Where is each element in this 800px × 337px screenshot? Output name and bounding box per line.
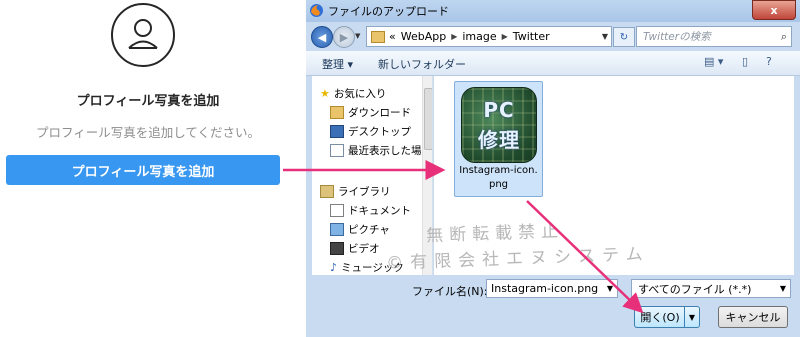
star-icon: ★ bbox=[320, 87, 330, 100]
refresh-button[interactable]: ↻ bbox=[613, 27, 635, 47]
filetype-value: すべてのファイル (*.*) bbox=[638, 282, 752, 296]
desktop-icon bbox=[330, 125, 344, 138]
preview-pane-icon[interactable]: ▯ bbox=[742, 55, 748, 68]
file-thumbnail-image: PC 修理 bbox=[461, 87, 537, 163]
filetype-select[interactable]: すべてのファイル (*.*) ▼ bbox=[631, 279, 791, 298]
file-list: PC 修理 Instagram-icon. png 無断転載禁止 ©有限会社エヌ… bbox=[386, 76, 794, 275]
address-bar[interactable]: « WebApp ▶ image ▶ Twitter ▼ bbox=[366, 26, 612, 47]
dialog-title: ファイルのアップロード bbox=[328, 5, 449, 18]
file-name-line1: Instagram-icon. bbox=[459, 165, 538, 176]
nav-item-label: ドキュメント bbox=[348, 205, 411, 217]
download-folder-icon bbox=[330, 106, 344, 119]
close-button[interactable]: x bbox=[752, 0, 796, 20]
nav-item-downloads[interactable]: ダウンロード bbox=[330, 105, 411, 120]
search-placeholder: Twitterの検索 bbox=[643, 31, 711, 43]
avatar-placeholder-icon bbox=[111, 3, 175, 67]
nav-item-videos[interactable]: ビデオ bbox=[330, 241, 380, 256]
recent-places-icon bbox=[330, 144, 344, 157]
nav-item-documents[interactable]: ドキュメント bbox=[330, 203, 411, 218]
history-dropdown-icon[interactable]: ▼ bbox=[355, 32, 360, 40]
arrow-right-icon: ▶ bbox=[339, 30, 349, 44]
breadcrumb-webapp[interactable]: WebApp bbox=[401, 30, 446, 43]
thumbnail-text-line1: PC bbox=[483, 98, 515, 122]
navigation-pane: ★ お気に入り ダウンロード デスクトップ 最近表示した場所 ライブラリ ドキュメ… bbox=[312, 76, 433, 275]
cancel-button[interactable]: キャンセル bbox=[718, 306, 788, 328]
nav-item-label: ダウンロード bbox=[348, 107, 411, 119]
nav-item-label: 最近表示した場所 bbox=[348, 145, 432, 157]
videos-icon bbox=[330, 242, 344, 255]
file-name-label: Instagram-icon. png bbox=[455, 164, 542, 192]
thumbnail-text-line2: 修理 bbox=[478, 128, 520, 152]
nav-item-label: ピクチャ bbox=[348, 224, 390, 236]
profile-photo-subtitle: プロフィール写真を追加してください。 bbox=[35, 125, 260, 140]
address-prefix[interactable]: « bbox=[389, 30, 396, 43]
profile-photo-panel: プロフィール写真を追加 プロフィール写真を追加してください。 プロフィール写真を… bbox=[0, 0, 296, 337]
dialog-toolbar: 整理 ▾ 新しいフォルダー ▤ ▾ ▯ ? bbox=[306, 51, 800, 76]
nav-item-pictures[interactable]: ピクチャ bbox=[330, 222, 390, 237]
profile-photo-title: プロフィール写真を追加 bbox=[76, 94, 220, 109]
filename-input[interactable]: Instagram-icon.png ▼ bbox=[486, 279, 618, 298]
file-name-line2: png bbox=[488, 179, 509, 190]
nav-item-libraries[interactable]: ライブラリ bbox=[320, 184, 391, 199]
nav-item-desktop[interactable]: デスクトップ bbox=[330, 124, 411, 139]
nav-item-recent[interactable]: 最近表示した場所 bbox=[330, 143, 432, 158]
breadcrumb-twitter[interactable]: Twitter bbox=[513, 30, 550, 43]
folder-icon bbox=[371, 30, 385, 43]
search-icon[interactable]: ⌕ bbox=[781, 30, 787, 44]
refresh-icon: ↻ bbox=[619, 31, 629, 43]
view-options-icon[interactable]: ▤ ▾ bbox=[704, 55, 723, 68]
navigation-bar: ◀ ▶ ▼ « WebApp ▶ image ▶ Twitter ▼ ↻ Twi… bbox=[306, 24, 800, 50]
filename-value: Instagram-icon.png bbox=[491, 282, 599, 295]
breadcrumb-separator-icon[interactable]: ▶ bbox=[451, 32, 457, 41]
filename-dropdown-icon[interactable]: ▼ bbox=[607, 284, 613, 293]
breadcrumb-image[interactable]: image bbox=[462, 30, 496, 43]
back-button[interactable]: ◀ bbox=[311, 26, 333, 48]
pictures-icon bbox=[330, 223, 344, 236]
organize-menu[interactable]: 整理 ▾ bbox=[322, 56, 353, 72]
nav-item-label: お気に入り bbox=[333, 88, 387, 100]
arrow-left-icon: ◀ bbox=[317, 30, 327, 44]
scrollbar-thumb[interactable] bbox=[424, 88, 432, 150]
nav-item-favorites[interactable]: ★ お気に入り bbox=[320, 86, 386, 101]
dialog-titlebar[interactable]: ファイルのアップロード x bbox=[306, 0, 800, 22]
open-button-label: 開く(O) bbox=[640, 311, 680, 324]
nav-item-label: ビデオ bbox=[348, 243, 380, 255]
forward-button[interactable]: ▶ bbox=[333, 26, 355, 48]
file-upload-dialog: ファイルのアップロード x ◀ ▶ ▼ « WebApp ▶ image ▶ T… bbox=[306, 0, 800, 337]
breadcrumb-separator-icon[interactable]: ▶ bbox=[502, 32, 508, 41]
help-icon[interactable]: ? bbox=[766, 55, 772, 68]
library-icon bbox=[320, 185, 334, 198]
music-icon: ♪ bbox=[330, 261, 338, 274]
filename-label: ファイル名(N): bbox=[412, 285, 488, 298]
documents-icon bbox=[330, 204, 344, 217]
nav-item-label: ライブラリ bbox=[338, 186, 391, 198]
filetype-dropdown-icon[interactable]: ▼ bbox=[780, 284, 786, 293]
file-item-instagram-icon[interactable]: PC 修理 Instagram-icon. png bbox=[454, 81, 543, 197]
firefox-icon bbox=[310, 4, 323, 17]
nav-item-label: デスクトップ bbox=[348, 126, 411, 138]
new-folder-button[interactable]: 新しいフォルダー bbox=[378, 56, 466, 72]
add-profile-photo-button[interactable]: プロフィール写真を追加 bbox=[6, 155, 280, 185]
open-split-dropdown-icon[interactable]: ▼ bbox=[684, 307, 699, 327]
open-button[interactable]: 開く(O) ▼ bbox=[634, 306, 700, 328]
address-dropdown-icon[interactable]: ▼ bbox=[602, 32, 608, 41]
search-input[interactable]: Twitterの検索 ⌕ bbox=[636, 26, 792, 47]
